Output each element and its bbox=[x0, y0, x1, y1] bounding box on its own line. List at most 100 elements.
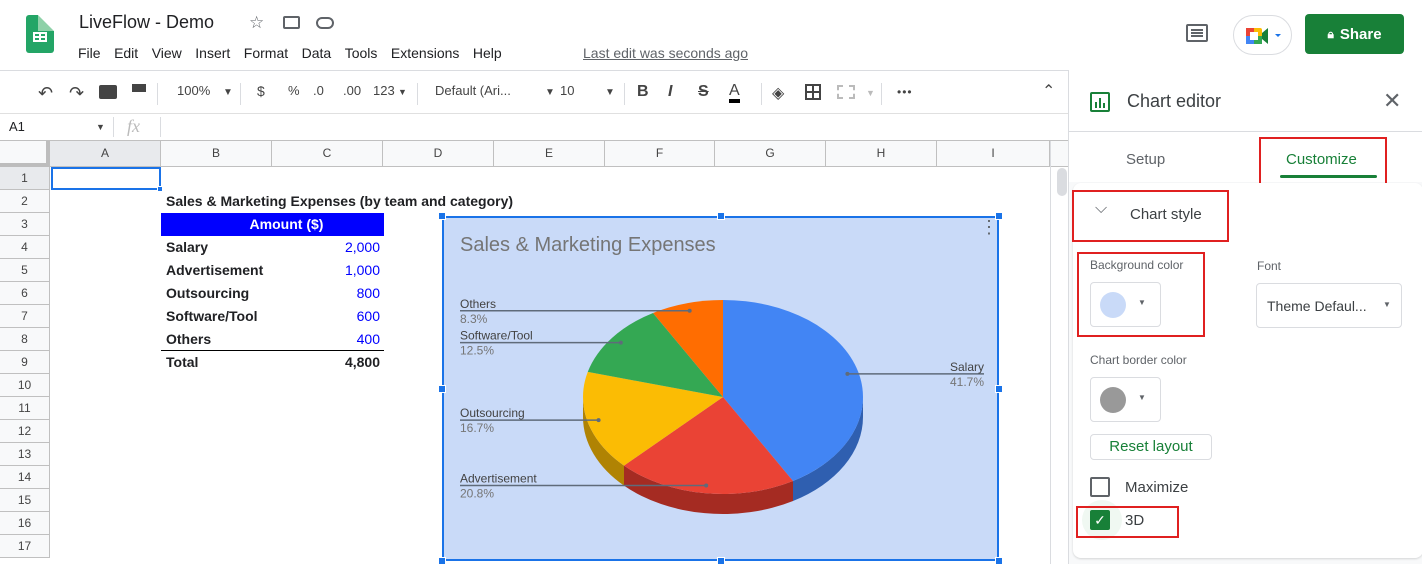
row-header-17[interactable]: 17 bbox=[0, 535, 50, 558]
pie-chart[interactable]: Sales & Marketing Expenses Salary 41.7% Ad… bbox=[442, 216, 999, 561]
column-header-b[interactable]: B bbox=[161, 141, 272, 166]
selected-cell-a1[interactable] bbox=[51, 167, 161, 190]
resize-handle-ne[interactable] bbox=[995, 212, 1003, 220]
table-header-amount[interactable]: Amount ($) bbox=[161, 213, 384, 236]
comment-history-icon[interactable] bbox=[1186, 24, 1208, 42]
currency-format-button[interactable]: $ bbox=[257, 83, 265, 99]
redo-icon[interactable]: ↷ bbox=[69, 83, 84, 104]
menu-insert[interactable]: Insert bbox=[195, 45, 230, 61]
name-box[interactable]: A1 bbox=[9, 119, 25, 134]
font-select[interactable]: Default (Ari... bbox=[435, 83, 511, 98]
last-edit-link[interactable]: Last edit was seconds ago bbox=[583, 45, 748, 61]
more-options-button[interactable]: ••• bbox=[897, 85, 913, 99]
fill-handle[interactable] bbox=[157, 186, 163, 192]
row-header-12[interactable]: 12 bbox=[0, 420, 50, 443]
resize-handle-n[interactable] bbox=[717, 212, 725, 220]
reset-layout-button[interactable]: Reset layout bbox=[1090, 434, 1212, 460]
undo-icon[interactable]: ↶ bbox=[38, 83, 53, 104]
table-row-value[interactable]: 400 bbox=[280, 328, 380, 351]
column-header-c[interactable]: C bbox=[272, 141, 383, 166]
row-header-2[interactable]: 2 bbox=[0, 190, 50, 213]
cloud-saved-icon[interactable] bbox=[316, 17, 334, 29]
more-formats-button[interactable]: 123 bbox=[373, 83, 395, 98]
menu-help[interactable]: Help bbox=[473, 45, 502, 61]
more-formats-dropdown-icon[interactable]: ▼ bbox=[398, 87, 407, 97]
row-header-14[interactable]: 14 bbox=[0, 466, 50, 489]
print-icon[interactable] bbox=[99, 85, 117, 99]
column-header-a[interactable]: A bbox=[50, 141, 161, 166]
maximize-checkbox[interactable] bbox=[1090, 477, 1110, 497]
row-header-16[interactable]: 16 bbox=[0, 512, 50, 535]
table-row-label[interactable]: Software/Tool bbox=[166, 305, 258, 328]
resize-handle-e[interactable] bbox=[995, 385, 1003, 393]
total-label[interactable]: Total bbox=[166, 351, 198, 374]
column-header-g[interactable]: G bbox=[715, 141, 826, 166]
row-header-6[interactable]: 6 bbox=[0, 282, 50, 305]
vertical-scrollbar-thumb[interactable] bbox=[1057, 168, 1067, 196]
border-color-picker[interactable]: ▼ bbox=[1090, 377, 1161, 422]
borders-icon[interactable] bbox=[805, 84, 821, 100]
table-row-value[interactable]: 1,000 bbox=[280, 259, 380, 282]
chart-menu-icon[interactable]: ⋮ bbox=[980, 218, 998, 236]
menu-file[interactable]: File bbox=[78, 45, 101, 61]
row-header-4[interactable]: 4 bbox=[0, 236, 50, 259]
tab-setup[interactable]: Setup bbox=[1126, 151, 1165, 168]
percent-format-button[interactable]: % bbox=[288, 83, 300, 98]
table-row-label[interactable]: Outsourcing bbox=[166, 282, 249, 305]
sheets-logo[interactable] bbox=[26, 15, 54, 53]
fill-color-icon[interactable]: ◈ bbox=[772, 83, 784, 103]
meet-button[interactable] bbox=[1233, 15, 1292, 55]
row-header-10[interactable]: 10 bbox=[0, 374, 50, 397]
zoom-dropdown-icon[interactable]: ▼ bbox=[223, 87, 233, 98]
menu-edit[interactable]: Edit bbox=[114, 45, 138, 61]
formula-input[interactable] bbox=[170, 119, 1050, 137]
column-header-e[interactable]: E bbox=[494, 141, 605, 166]
increase-decimal-button[interactable]: .00 bbox=[343, 83, 361, 98]
table-row-value[interactable]: 600 bbox=[280, 305, 380, 328]
row-header-11[interactable]: 11 bbox=[0, 397, 50, 420]
menu-data[interactable]: Data bbox=[302, 45, 332, 61]
table-title[interactable]: Sales & Marketing Expenses (by team and … bbox=[166, 190, 513, 213]
row-header-7[interactable]: 7 bbox=[0, 305, 50, 328]
menu-extensions[interactable]: Extensions bbox=[391, 45, 459, 61]
row-header-9[interactable]: 9 bbox=[0, 351, 50, 374]
font-size-dropdown-icon[interactable]: ▼ bbox=[605, 87, 615, 98]
document-title[interactable]: LiveFlow - Demo bbox=[79, 12, 214, 33]
collapse-toolbar-icon[interactable]: ⌃ bbox=[1042, 81, 1055, 101]
table-row-label[interactable]: Others bbox=[166, 328, 211, 351]
menu-view[interactable]: View bbox=[152, 45, 182, 61]
italic-button[interactable]: I bbox=[668, 83, 672, 101]
name-box-dropdown-icon[interactable]: ▼ bbox=[96, 122, 105, 132]
bold-button[interactable]: B bbox=[637, 83, 649, 101]
select-all-corner[interactable] bbox=[0, 141, 50, 167]
table-row-label[interactable]: Salary bbox=[166, 236, 208, 259]
move-folder-icon[interactable] bbox=[283, 16, 300, 29]
font-size-select[interactable]: 10 bbox=[560, 83, 574, 98]
row-header-8[interactable]: 8 bbox=[0, 328, 50, 351]
column-header-d[interactable]: D bbox=[383, 141, 494, 166]
menu-tools[interactable]: Tools bbox=[345, 45, 378, 61]
decrease-decimal-button[interactable]: .0 bbox=[313, 83, 324, 98]
paint-format-icon[interactable] bbox=[132, 84, 146, 92]
text-color-button[interactable]: A bbox=[729, 83, 740, 103]
column-header-f[interactable]: F bbox=[605, 141, 715, 166]
merge-dropdown-icon[interactable]: ▼ bbox=[866, 88, 875, 98]
font-dropdown-icon[interactable]: ▼ bbox=[545, 87, 555, 98]
menu-format[interactable]: Format bbox=[244, 45, 288, 61]
font-select[interactable]: Theme Defaul... ▼ bbox=[1256, 283, 1402, 328]
merge-cells-icon[interactable] bbox=[837, 85, 855, 99]
row-header-3[interactable]: 3 bbox=[0, 213, 50, 236]
table-row-label[interactable]: Advertisement bbox=[166, 259, 263, 282]
star-icon[interactable]: ☆ bbox=[249, 13, 264, 33]
resize-handle-w[interactable] bbox=[438, 385, 446, 393]
zoom-select[interactable]: 100% bbox=[177, 83, 210, 98]
total-value[interactable]: 4,800 bbox=[280, 351, 380, 374]
share-button[interactable]: 🔒︎ Share bbox=[1305, 14, 1404, 54]
resize-handle-nw[interactable] bbox=[438, 212, 446, 220]
table-row-value[interactable]: 800 bbox=[280, 282, 380, 305]
row-header-5[interactable]: 5 bbox=[0, 259, 50, 282]
row-header-1[interactable]: 1 bbox=[0, 167, 50, 190]
row-header-13[interactable]: 13 bbox=[0, 443, 50, 466]
row-header-15[interactable]: 15 bbox=[0, 489, 50, 512]
column-header-i[interactable]: I bbox=[937, 141, 1050, 166]
